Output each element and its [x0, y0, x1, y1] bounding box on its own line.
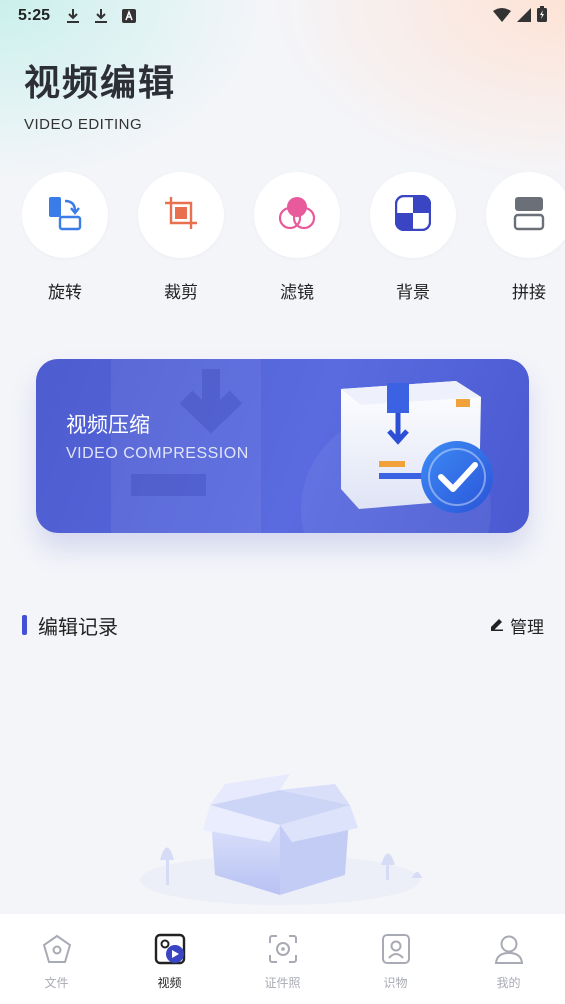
- tool-rotate-button[interactable]: [22, 172, 108, 258]
- download-icon: [94, 8, 108, 24]
- tool-splice-label: 拼接: [512, 283, 546, 303]
- tool-background-label: 背景: [396, 283, 430, 303]
- signal-icon: [517, 7, 531, 26]
- nav-video[interactable]: 视频: [113, 914, 226, 1004]
- nav-file[interactable]: 文件: [0, 914, 113, 1004]
- banner-subtitle: VIDEO COMPRESSION: [66, 445, 249, 462]
- nav-id-photo[interactable]: 证件照: [226, 914, 339, 1004]
- id-photo-icon: [266, 932, 300, 966]
- rotate-icon: [47, 195, 83, 235]
- status-bar: 5:25: [0, 0, 565, 32]
- page-subtitle: VIDEO EDITING: [24, 116, 143, 133]
- tool-rotate[interactable]: 旋转: [22, 172, 108, 312]
- app-notification-icon: [122, 9, 137, 23]
- nav-file-label: 文件: [44, 976, 69, 990]
- background-icon: [394, 194, 432, 235]
- tool-filter-button[interactable]: [254, 172, 340, 258]
- status-time: 5:25: [18, 7, 51, 24]
- edit-icon: [490, 616, 504, 635]
- filter-icon: [277, 193, 317, 237]
- edit-records-header: 编辑记录 管理: [22, 610, 544, 640]
- nav-video-label: 视频: [157, 976, 182, 990]
- nav-profile-label: 我的: [496, 976, 521, 990]
- empty-box-illustration: [140, 774, 422, 905]
- nav-id-photo-label: 证件照: [264, 976, 301, 990]
- tool-list[interactable]: 旋转 裁剪 滤镜 背景 拼接: [22, 172, 565, 312]
- tool-rotate-label: 旋转: [48, 283, 82, 303]
- tool-crop-label: 裁剪: [164, 283, 198, 303]
- nav-recognize[interactable]: 识物: [339, 914, 452, 1004]
- section-accent-bar: [22, 615, 27, 635]
- tool-background[interactable]: 背景: [370, 172, 456, 312]
- tool-background-button[interactable]: [370, 172, 456, 258]
- tool-splice-button[interactable]: [486, 172, 565, 258]
- manage-button[interactable]: 管理: [490, 613, 544, 638]
- banner-title: 视频压缩: [66, 413, 150, 437]
- nav-profile[interactable]: 我的: [452, 914, 565, 1004]
- nav-recognize-label: 识物: [383, 976, 408, 990]
- bottom-navigation: 文件 视频 证件照 识物 我的: [0, 914, 565, 1004]
- download-icon: [66, 8, 80, 24]
- tool-crop[interactable]: 裁剪: [138, 172, 224, 312]
- page-title: 视频编辑: [24, 62, 177, 103]
- video-icon: [153, 932, 187, 966]
- manage-label: 管理: [510, 617, 544, 638]
- video-compression-banner[interactable]: 视频压缩 VIDEO COMPRESSION: [36, 359, 529, 533]
- recognize-icon: [379, 932, 413, 966]
- file-icon: [40, 932, 74, 966]
- edit-records-title: 编辑记录: [38, 614, 118, 639]
- tool-crop-button[interactable]: [138, 172, 224, 258]
- tool-filter[interactable]: 滤镜: [254, 172, 340, 312]
- tool-filter-label: 滤镜: [280, 283, 314, 303]
- compression-box-icon: [341, 381, 493, 513]
- tool-splice[interactable]: 拼接: [486, 172, 565, 312]
- battery-charging-icon: [537, 6, 547, 26]
- wifi-icon: [493, 7, 511, 26]
- splice-icon: [511, 195, 547, 235]
- crop-icon: [163, 195, 199, 235]
- page-header: 视频编辑 VIDEO EDITING: [24, 54, 176, 133]
- profile-icon: [492, 932, 526, 966]
